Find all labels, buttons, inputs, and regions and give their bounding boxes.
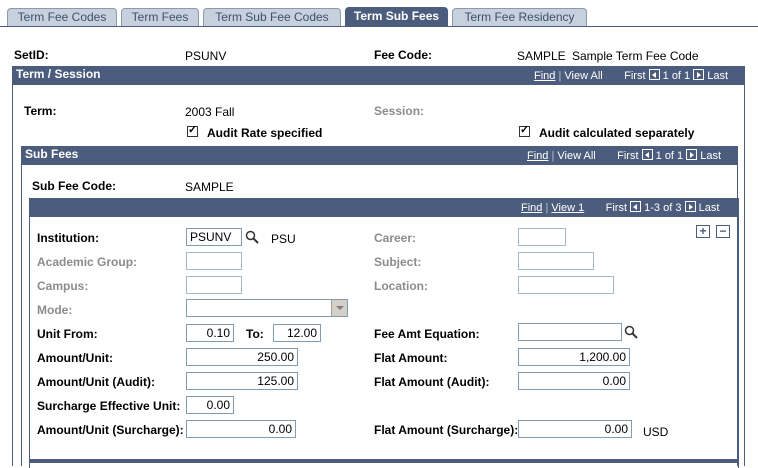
institution-description: PSU <box>271 232 296 246</box>
sub-fees-header: Sub Fees Find | View All First 1 of 1 La… <box>21 146 738 165</box>
flat-amount-input[interactable] <box>518 348 630 366</box>
career-input[interactable] <box>518 228 566 246</box>
sub-fees-nav: Find | View All First 1 of 1 Last <box>527 149 721 162</box>
fee-amt-equation-lookup-icon[interactable] <box>624 325 638 339</box>
fee-amt-equation-input[interactable] <box>518 323 622 341</box>
add-row-button[interactable]: + <box>696 225 710 238</box>
detail-view-link[interactable]: View 1 <box>551 202 584 214</box>
detail-count: 1-3 of 3 <box>644 202 682 214</box>
dropdown-arrow-icon[interactable] <box>331 300 347 316</box>
subject-label: Subject: <box>374 255 422 269</box>
detail-last-label[interactable]: Last <box>699 202 720 214</box>
subfees-first-label[interactable]: First <box>617 150 638 162</box>
nav-sep: | <box>545 202 549 214</box>
mode-label: Mode: <box>37 303 73 317</box>
unit-from-label: Unit From: <box>37 327 98 341</box>
unit-to-input[interactable] <box>273 324 321 342</box>
flat-amount-audit-input[interactable] <box>518 372 630 390</box>
term-view-all-link[interactable]: View All <box>564 70 602 82</box>
subfee-code-label: Sub Fee Code: <box>32 179 117 193</box>
subfees-next-icon[interactable] <box>686 149 698 160</box>
audit-rate-label: Audit Rate specified <box>207 126 323 140</box>
flat-amount-audit-label: Flat Amount (Audit): <box>374 375 490 389</box>
tab-term-sub-fee-codes[interactable]: Term Sub Fee Codes <box>203 8 341 26</box>
term-count: 1 of 1 <box>662 70 691 82</box>
campus-label: Campus: <box>37 279 89 293</box>
term-last-label[interactable]: Last <box>707 70 728 82</box>
flat-amount-surcharge-input[interactable] <box>518 420 632 438</box>
flat-amount-surcharge-label: Flat Amount (Surcharge): <box>374 423 519 437</box>
amount-unit-audit-input[interactable] <box>186 372 298 390</box>
detail-next-icon[interactable] <box>684 201 696 212</box>
nav-sep: | <box>551 150 555 162</box>
term-prev-icon[interactable] <box>648 69 660 80</box>
subfees-view-all-link[interactable]: View All <box>557 150 595 162</box>
academic-group-input[interactable] <box>186 252 242 270</box>
academic-group-label: Academic Group: <box>37 255 138 269</box>
audit-rate-checkbox[interactable] <box>187 123 198 137</box>
bottom-divider <box>30 459 738 463</box>
location-input[interactable] <box>518 276 614 294</box>
subject-input[interactable] <box>518 252 594 270</box>
detail-first-label[interactable]: First <box>606 202 627 214</box>
institution-label: Institution: <box>37 231 99 245</box>
tab-term-sub-fees[interactable]: Term Sub Fees <box>345 7 448 27</box>
institution-input[interactable] <box>186 228 242 246</box>
audit-calc-label: Audit calculated separately <box>539 126 695 140</box>
fee-amt-equation-label: Fee Amt Equation: <box>374 327 480 341</box>
feecode-description: Sample Term Fee Code <box>572 49 699 63</box>
delete-row-button[interactable]: − <box>716 225 730 238</box>
subfees-find-link[interactable]: Find <box>527 150 548 162</box>
tab-term-fee-residency[interactable]: Term Fee Residency <box>452 8 587 26</box>
setid-value: PSUNV <box>185 49 227 63</box>
amount-unit-surcharge-input[interactable] <box>186 420 296 438</box>
term-session-nav: Find | View All First 1 of 1 Last <box>534 69 728 82</box>
setid-label: SetID: <box>14 48 49 62</box>
tab-term-fee-codes[interactable]: Term Fee Codes <box>7 8 117 26</box>
audit-calc-checkbox[interactable] <box>519 123 530 137</box>
term-value: 2003 Fall <box>185 105 235 119</box>
term-label: Term: <box>24 104 57 118</box>
amount-unit-surcharge-label: Amount/Unit (Surcharge): <box>37 423 184 437</box>
subfee-code-value: SAMPLE <box>185 180 234 194</box>
subfees-count: 1 of 1 <box>655 150 684 162</box>
feecode-label: Fee Code: <box>374 48 433 62</box>
mode-select[interactable] <box>186 299 348 317</box>
to-label: To: <box>246 327 264 341</box>
location-label: Location: <box>374 279 428 293</box>
surcharge-effective-unit-input[interactable] <box>186 396 234 414</box>
term-session-header: Term / Session Find | View All First 1 o… <box>12 66 745 85</box>
campus-input[interactable] <box>186 276 242 294</box>
surcharge-effective-unit-label: Surcharge Effective Unit: <box>37 399 181 413</box>
term-find-link[interactable]: Find <box>534 70 555 82</box>
amount-unit-input[interactable] <box>186 348 298 366</box>
institution-lookup-icon[interactable] <box>245 230 259 244</box>
flat-amount-label: Flat Amount: <box>374 351 448 365</box>
detail-prev-icon[interactable] <box>630 201 642 212</box>
amount-unit-audit-label: Amount/Unit (Audit): <box>37 375 155 389</box>
term-first-label[interactable]: First <box>624 70 645 82</box>
career-label: Career: <box>374 231 417 245</box>
unit-from-input[interactable] <box>186 324 234 342</box>
tab-term-fees[interactable]: Term Fees <box>121 8 199 26</box>
term-session-title: Term / Session <box>16 67 101 81</box>
detail-find-link[interactable]: Find <box>521 202 542 214</box>
term-next-icon[interactable] <box>693 69 705 80</box>
detail-nav: Find | View 1 First 1-3 of 3 Last <box>521 201 719 214</box>
amount-unit-label: Amount/Unit: <box>37 351 113 365</box>
detail-header: Find | View 1 First 1-3 of 3 Last <box>29 198 739 217</box>
session-label: Session: <box>374 104 425 118</box>
subfees-prev-icon[interactable] <box>641 149 653 160</box>
currency-label: USD <box>643 425 669 439</box>
subfees-last-label[interactable]: Last <box>700 150 721 162</box>
sub-fees-title: Sub Fees <box>25 147 79 161</box>
feecode-value: SAMPLE <box>517 49 566 63</box>
nav-sep: | <box>558 70 562 82</box>
tab-underline <box>0 26 758 27</box>
